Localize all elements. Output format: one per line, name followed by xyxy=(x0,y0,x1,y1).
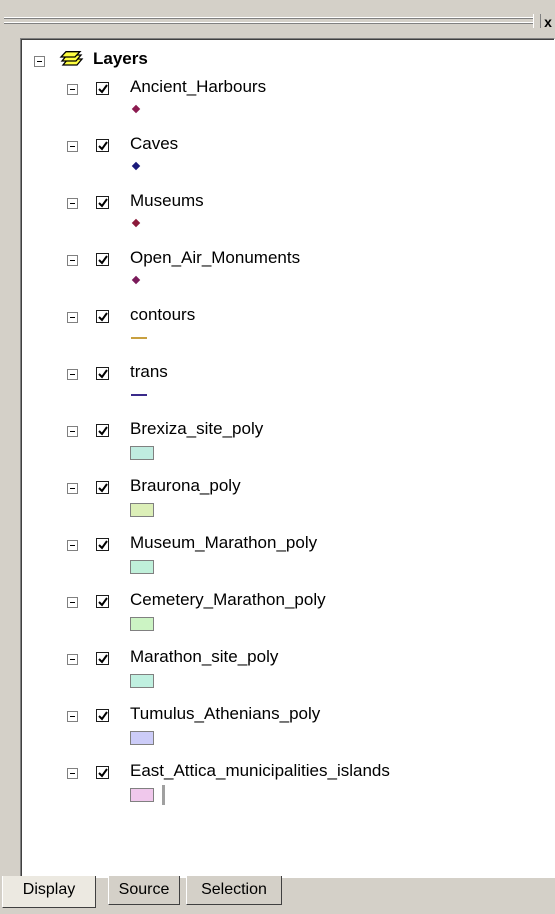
layer-name[interactable]: Braurona_poly xyxy=(130,476,241,496)
layer-name[interactable]: Museum_Marathon_poly xyxy=(130,533,317,553)
grip-line xyxy=(4,23,534,24)
polygon-symbol-icon[interactable] xyxy=(130,674,154,688)
tab-selection[interactable]: Selection xyxy=(186,876,282,905)
layer-name[interactable]: Cemetery_Marathon_poly xyxy=(130,590,326,610)
point-symbol-icon[interactable] xyxy=(131,104,141,114)
layer-visibility-checkbox[interactable] xyxy=(96,652,109,665)
grip-end xyxy=(533,14,541,28)
layer-row[interactable]: Braurona_poly xyxy=(21,476,541,524)
layer-row[interactable]: Ancient_Harbours xyxy=(21,77,541,125)
collapse-toggle[interactable] xyxy=(67,255,78,266)
grip-line xyxy=(4,18,534,19)
layer-name[interactable]: Brexiza_site_poly xyxy=(130,419,263,439)
layer-visibility-checkbox[interactable] xyxy=(96,367,109,380)
layer-visibility-checkbox[interactable] xyxy=(96,538,109,551)
layer-row[interactable]: Museums xyxy=(21,191,541,239)
tree-root-label: Layers xyxy=(93,49,148,68)
collapse-toggle[interactable] xyxy=(67,540,78,551)
collapse-toggle[interactable] xyxy=(67,312,78,323)
tab-bar: Display Source Selection xyxy=(0,876,555,914)
layer-visibility-checkbox[interactable] xyxy=(96,310,109,323)
layer-visibility-checkbox[interactable] xyxy=(96,139,109,152)
layer-row[interactable]: Tumulus_Athenians_poly xyxy=(21,704,541,752)
layers-icon xyxy=(59,51,85,76)
collapse-toggle[interactable] xyxy=(67,654,78,665)
layer-row[interactable]: Caves xyxy=(21,134,541,182)
collapse-toggle[interactable] xyxy=(67,483,78,494)
line-symbol-icon[interactable] xyxy=(131,394,147,396)
layer-name[interactable]: Open_Air_Monuments xyxy=(130,248,300,268)
layer-name[interactable]: contours xyxy=(130,305,195,325)
layer-visibility-checkbox[interactable] xyxy=(96,253,109,266)
layer-visibility-checkbox[interactable] xyxy=(96,481,109,494)
layer-row[interactable]: Brexiza_site_poly xyxy=(21,419,541,467)
layer-name[interactable]: East_Attica_municipalities_islands xyxy=(130,761,390,781)
collapse-toggle[interactable] xyxy=(67,141,78,152)
collapse-toggle[interactable] xyxy=(67,768,78,779)
point-symbol-icon[interactable] xyxy=(131,275,141,285)
layer-visibility-checkbox[interactable] xyxy=(96,766,109,779)
line-symbol-icon[interactable] xyxy=(131,337,147,339)
collapse-toggle[interactable] xyxy=(67,426,78,437)
layer-row[interactable]: contours xyxy=(21,305,541,353)
close-button[interactable]: x xyxy=(541,14,555,30)
polygon-symbol-icon[interactable] xyxy=(130,560,154,574)
point-symbol-icon[interactable] xyxy=(131,161,141,171)
layer-name[interactable]: Tumulus_Athenians_poly xyxy=(130,704,320,724)
layer-row[interactable]: Cemetery_Marathon_poly xyxy=(21,590,541,638)
layer-visibility-checkbox[interactable] xyxy=(96,196,109,209)
collapse-toggle[interactable] xyxy=(67,198,78,209)
layer-name[interactable]: Caves xyxy=(130,134,178,154)
layer-row[interactable]: Museum_Marathon_poly xyxy=(21,533,541,581)
layer-row[interactable]: Marathon_site_poly xyxy=(21,647,541,695)
polygon-symbol-icon[interactable] xyxy=(130,788,154,802)
panel-grip[interactable] xyxy=(0,0,541,30)
layer-row[interactable]: trans xyxy=(21,362,541,410)
table-of-contents[interactable]: Layers Ancient_Harbours Caves Museums Open_… xyxy=(20,38,555,878)
layer-name[interactable]: Ancient_Harbours xyxy=(130,77,266,97)
point-symbol-icon[interactable] xyxy=(131,218,141,228)
polygon-symbol-icon[interactable] xyxy=(130,617,154,631)
layer-row[interactable]: Open_Air_Monuments xyxy=(21,248,541,296)
layer-name[interactable]: trans xyxy=(130,362,168,382)
tab-display[interactable]: Display xyxy=(2,876,96,908)
polygon-symbol-icon[interactable] xyxy=(130,446,154,460)
layer-visibility-checkbox[interactable] xyxy=(96,424,109,437)
layer-visibility-checkbox[interactable] xyxy=(96,709,109,722)
collapse-toggle[interactable] xyxy=(67,84,78,95)
layer-name[interactable]: Museums xyxy=(130,191,204,211)
collapse-toggle[interactable] xyxy=(67,369,78,380)
collapse-toggle[interactable] xyxy=(67,597,78,608)
tab-source[interactable]: Source xyxy=(108,876,180,905)
layer-visibility-checkbox[interactable] xyxy=(96,595,109,608)
layer-visibility-checkbox[interactable] xyxy=(96,82,109,95)
layer-name[interactable]: Marathon_site_poly xyxy=(130,647,278,667)
polygon-symbol-icon[interactable] xyxy=(130,731,154,745)
layer-row[interactable]: East_Attica_municipalities_islands xyxy=(21,761,541,809)
collapse-toggle[interactable] xyxy=(67,711,78,722)
text-cursor xyxy=(162,785,165,805)
collapse-toggle[interactable] xyxy=(34,56,45,67)
polygon-symbol-icon[interactable] xyxy=(130,503,154,517)
